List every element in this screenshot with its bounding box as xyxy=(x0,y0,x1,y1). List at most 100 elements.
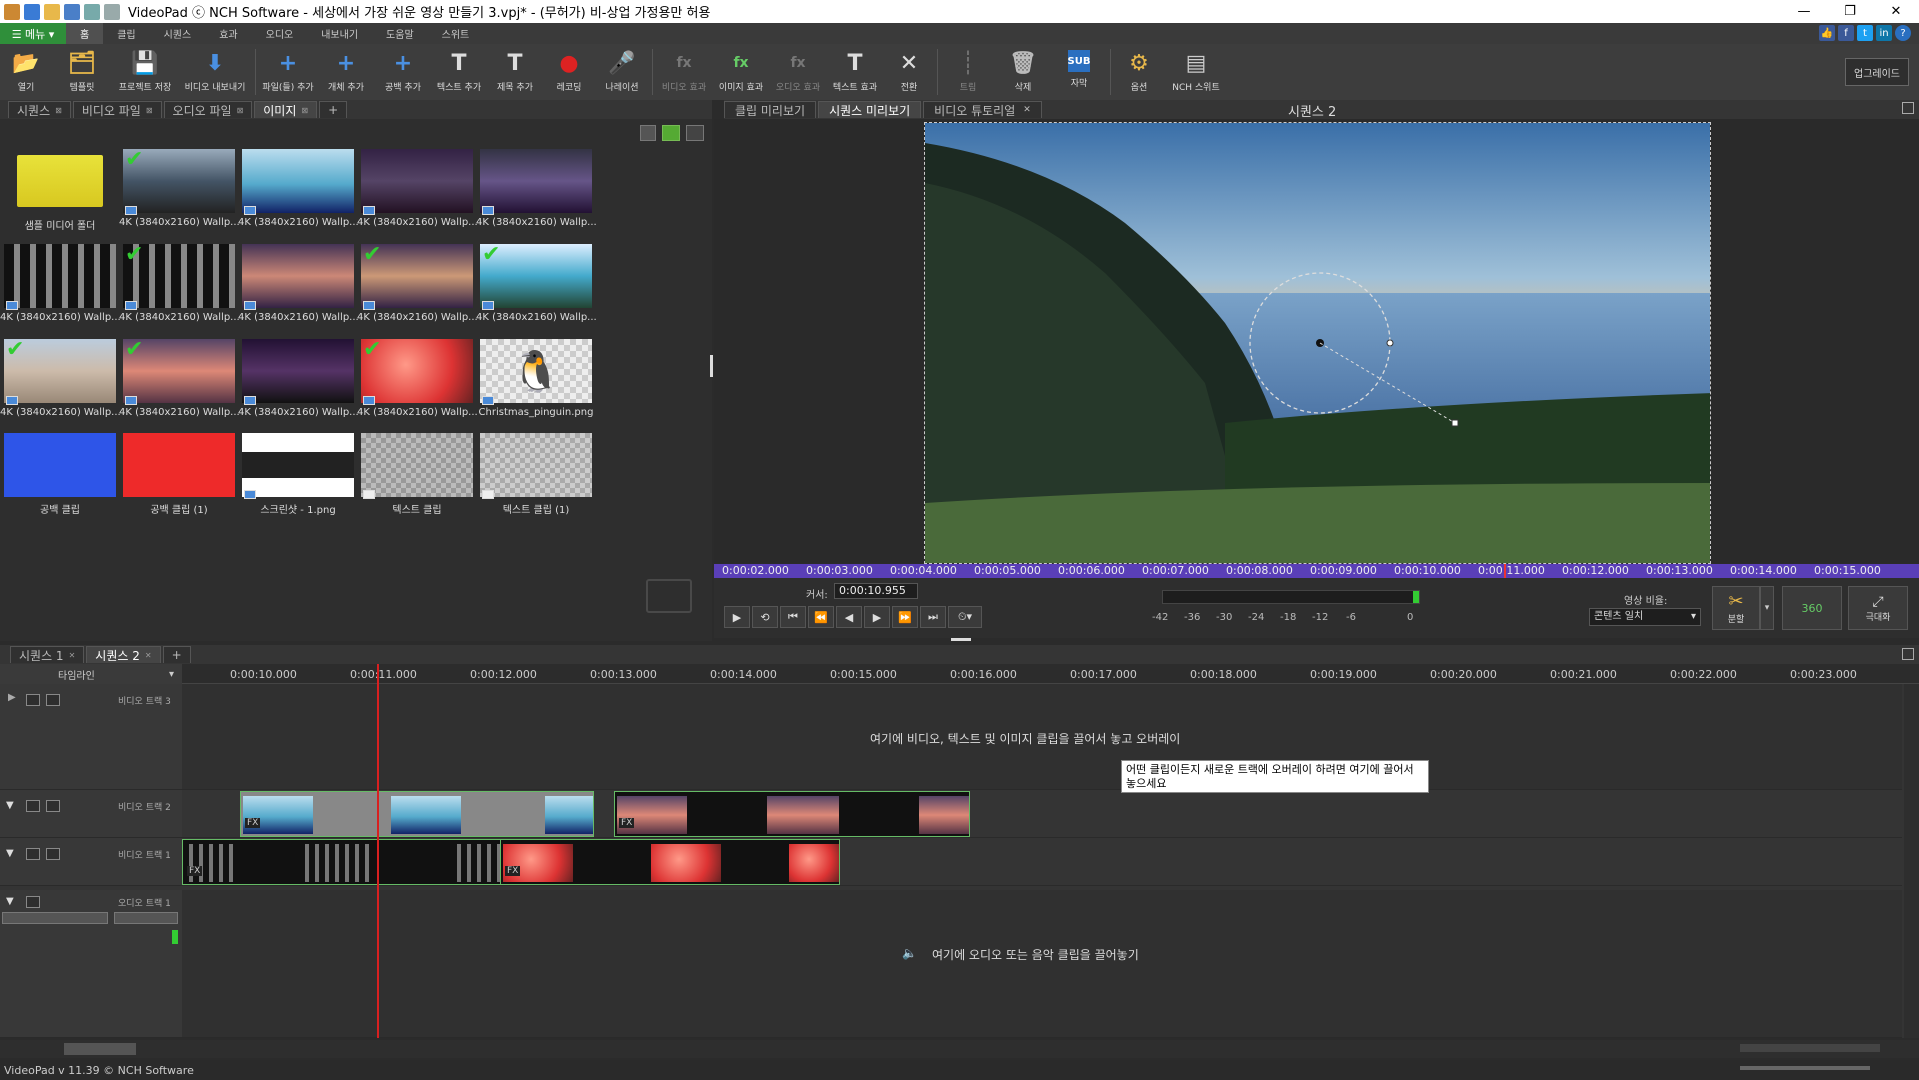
media-item[interactable]: 공백 클립 (1) xyxy=(123,433,235,516)
speed-dropdown[interactable]: ⏲▾ xyxy=(948,606,982,628)
fx-icon[interactable]: FX xyxy=(505,866,521,876)
media-item[interactable]: 4K (3840x2160) Wallp... xyxy=(238,244,358,323)
new-icon[interactable] xyxy=(24,3,40,20)
media-item[interactable]: 4K (3840x2160) Wallp... xyxy=(238,149,358,228)
close-icon[interactable]: ⊠ xyxy=(237,106,244,115)
timeline-clip[interactable]: FX xyxy=(614,791,970,837)
grid-icon[interactable] xyxy=(46,848,60,860)
media-item[interactable]: 공백 클립 xyxy=(4,433,116,516)
new-folder-icon[interactable] xyxy=(662,125,680,141)
open-icon[interactable] xyxy=(44,3,60,20)
horizontal-scrollbar[interactable] xyxy=(0,1040,1919,1058)
previous-clip-button[interactable]: ⏪ xyxy=(808,606,834,628)
play-button[interactable]: ▶ xyxy=(724,606,750,628)
record-button[interactable]: ● 레코딩 xyxy=(543,44,595,100)
aspect-ratio-select[interactable]: 콘텐츠 일치 ▾ xyxy=(1589,608,1701,626)
lane-video-2[interactable]: FX FX xyxy=(182,790,1902,838)
save-icon[interactable] xyxy=(64,3,80,20)
timeline-clip[interactable]: FX xyxy=(182,839,502,885)
next-clip-button[interactable]: ⏩ xyxy=(892,606,918,628)
twitter-icon[interactable]: t xyxy=(1857,25,1873,41)
media-item[interactable]: ✔ 4K (3840x2160) Wallp... xyxy=(476,244,596,324)
media-item[interactable]: 🐧 Christmas_pinguin.png xyxy=(479,339,593,418)
facebook-icon[interactable]: f xyxy=(1838,25,1854,41)
speaker-icon[interactable] xyxy=(26,896,40,908)
volume-slider[interactable] xyxy=(2,912,108,924)
media-item[interactable]: ✔ 4K (3840x2160) Wallp... xyxy=(357,244,477,324)
fx-icon[interactable]: FX xyxy=(245,818,261,828)
media-item[interactable]: 텍스트 클립 xyxy=(361,433,473,516)
tab-sequences[interactable]: 시퀀스 ⊠ xyxy=(8,101,71,118)
menu-tab-sequence[interactable]: 시퀀스 xyxy=(150,23,206,44)
expand-icon[interactable]: ▶ xyxy=(8,692,16,703)
timeline-clip[interactable]: FX xyxy=(500,839,840,885)
media-item[interactable]: ✔ 4K (3840x2160) Wallp... xyxy=(357,339,477,419)
maximize-button[interactable]: ⤢ 극대화 xyxy=(1848,586,1908,630)
undo-icon[interactable] xyxy=(84,3,100,20)
tab-images[interactable]: 이미지 ⊠ xyxy=(254,101,318,118)
collapse-icon[interactable]: ▼ xyxy=(6,896,14,907)
template-button[interactable]: 🗂 템플릿 xyxy=(52,44,112,100)
lane-audio-1[interactable]: 🔈 여기에 오디오 또는 음악 클립을 끌어놓기 xyxy=(182,890,1902,1038)
media-item[interactable]: 4K (3840x2160) Wallp... xyxy=(238,339,358,418)
media-item[interactable]: 샘플 미디어 폴더 xyxy=(4,149,116,232)
image-effects-button[interactable]: fx 이미지 효과 xyxy=(712,44,770,100)
undock-icon[interactable] xyxy=(1902,648,1914,660)
close-icon[interactable]: ✕ xyxy=(145,651,152,660)
loop-button[interactable]: ⟲ xyxy=(752,606,778,628)
preview-playhead[interactable] xyxy=(1504,564,1506,578)
tab-audio-files[interactable]: 오디오 파일 ⊠ xyxy=(163,101,253,118)
trim-button[interactable]: ┊ 트림 xyxy=(941,44,995,100)
360-button[interactable]: 360 xyxy=(1782,586,1842,630)
menu-tab-clip[interactable]: 클립 xyxy=(103,23,149,44)
linkedin-icon[interactable]: in xyxy=(1876,25,1892,41)
step-back-button[interactable]: ◀ xyxy=(836,606,862,628)
add-files-button[interactable]: + 파일(들) 추가 xyxy=(259,44,317,100)
nch-suite-button[interactable]: ▤ NCH 스위트 xyxy=(1164,44,1228,100)
go-to-end-button[interactable]: ⏭ xyxy=(920,606,946,628)
lane-video-1[interactable]: FX FX xyxy=(182,838,1902,886)
add-sequence-tab-button[interactable]: + xyxy=(162,646,191,663)
collapse-icon[interactable]: ▼ xyxy=(6,800,14,811)
panel-splitter-handle[interactable] xyxy=(951,638,971,641)
minimize-button[interactable]: — xyxy=(1781,0,1827,23)
timeline-ruler[interactable]: 0:00:10.000 0:00:11.000 0:00:12.000 0:00… xyxy=(182,664,1919,684)
grid-icon[interactable] xyxy=(46,694,60,706)
close-icon[interactable]: ✕ xyxy=(1023,105,1031,115)
media-item[interactable]: ✔ 4K (3840x2160) Wallp... xyxy=(0,339,120,419)
visibility-icon[interactable] xyxy=(26,848,40,860)
menu-tab-effects[interactable]: 효과 xyxy=(205,23,251,44)
fx-icon[interactable]: FX xyxy=(619,818,635,828)
tab-sequence-preview[interactable]: 시퀀스 미리보기 xyxy=(818,101,922,118)
trash-icon[interactable] xyxy=(640,125,656,141)
transition-button[interactable]: ✕ 전환 xyxy=(884,44,934,100)
like-icon[interactable]: 👍 xyxy=(1819,25,1835,41)
fx-icon[interactable]: FX xyxy=(187,866,203,876)
restore-button[interactable]: ❐ xyxy=(1827,0,1873,23)
media-item[interactable]: 4K (3840x2160) Wallp... xyxy=(0,244,120,323)
scroll-thumb[interactable] xyxy=(64,1043,136,1055)
menu-tab-suite[interactable]: 스위트 xyxy=(428,23,484,44)
video-effects-button[interactable]: fx 비디오 효과 xyxy=(656,44,712,100)
media-item[interactable]: ✔ 4K (3840x2160) Wallp... xyxy=(119,149,239,229)
close-button[interactable]: ✕ xyxy=(1873,0,1919,23)
pan-slider[interactable] xyxy=(114,912,178,924)
timeline-mode-select[interactable]: 타임라인 ▾ xyxy=(0,664,182,684)
vertical-scrollbar[interactable] xyxy=(1904,684,1919,1038)
audio-effects-button[interactable]: fx 오디오 효과 xyxy=(770,44,826,100)
redo-icon[interactable] xyxy=(104,3,120,20)
subtitle-button[interactable]: SUB 자막 xyxy=(1051,44,1107,100)
visibility-icon[interactable] xyxy=(26,694,40,706)
media-item[interactable]: 4K (3840x2160) Wallp... xyxy=(357,149,477,228)
timeline-clip[interactable]: FX xyxy=(240,791,594,837)
help-icon[interactable]: ? xyxy=(1895,25,1911,41)
visibility-icon[interactable] xyxy=(26,800,40,812)
zoom-slider[interactable] xyxy=(1740,1044,1880,1052)
main-menu-button[interactable]: ☰ 메뉴 ▾ xyxy=(0,23,66,44)
volume-slider[interactable] xyxy=(1740,1066,1870,1070)
save-project-button[interactable]: 💾 프로젝트 저장 xyxy=(112,44,178,100)
tab-sequence-2[interactable]: 시퀀스 2 ✕ xyxy=(86,646,161,663)
grid-icon[interactable] xyxy=(46,800,60,812)
menu-tab-help[interactable]: 도움말 xyxy=(372,23,428,44)
menu-tab-home[interactable]: 홈 xyxy=(66,23,104,44)
